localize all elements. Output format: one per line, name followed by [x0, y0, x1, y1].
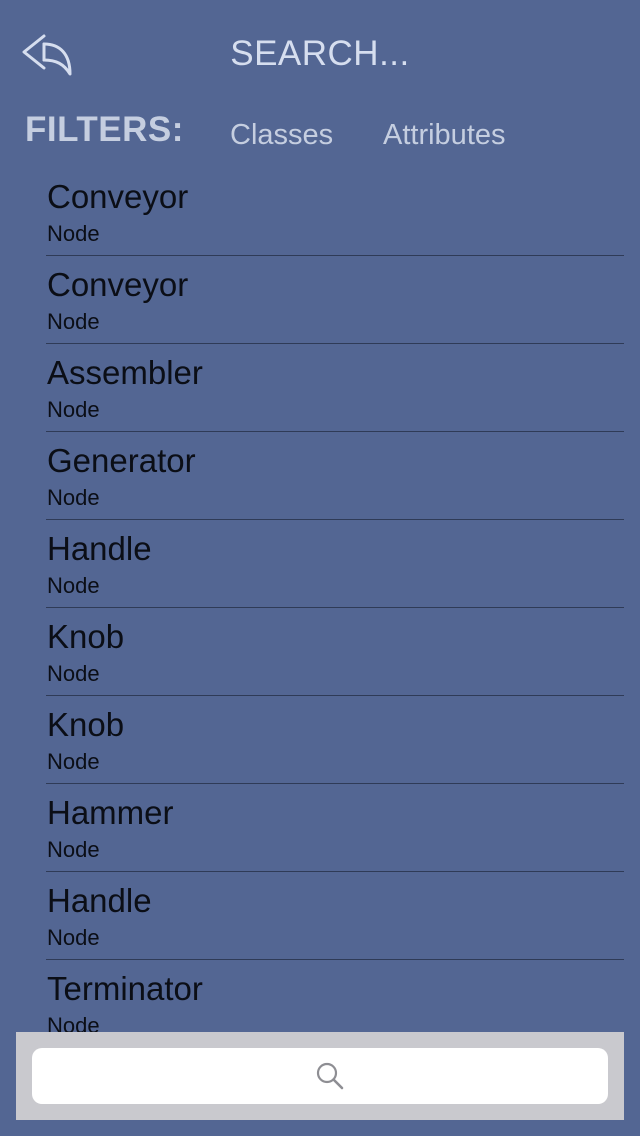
- item-type: Node: [47, 221, 100, 246]
- filter-tab-classes[interactable]: Classes: [230, 119, 333, 152]
- item-type: Node: [47, 1013, 100, 1033]
- item-name: Knob: [47, 706, 125, 743]
- list-item[interactable]: Knob Node: [46, 608, 624, 696]
- list-item[interactable]: Terminator Node: [46, 960, 624, 1033]
- list-item[interactable]: Handle Node: [46, 520, 624, 608]
- item-type: Node: [47, 925, 100, 950]
- results-list[interactable]: Conveyor Node Conveyor Node Assembler No…: [0, 168, 640, 1033]
- item-type: Node: [47, 661, 100, 686]
- item-type: Node: [47, 749, 100, 774]
- filters-label: FILTERS:: [25, 110, 184, 149]
- list-item[interactable]: Hammer Node: [46, 784, 624, 872]
- list-item[interactable]: Assembler Node: [46, 344, 624, 432]
- filters-bar: FILTERS: Classes Attributes: [0, 106, 640, 156]
- list-item[interactable]: Conveyor Node: [46, 168, 624, 256]
- list-item[interactable]: Generator Node: [46, 432, 624, 520]
- item-name: Conveyor: [47, 178, 189, 215]
- item-name: Assembler: [47, 354, 203, 391]
- item-type: Node: [47, 309, 100, 334]
- item-name: Hammer: [47, 794, 174, 831]
- list-item[interactable]: Knob Node: [46, 696, 624, 784]
- item-name: Generator: [47, 442, 196, 479]
- item-name: Conveyor: [47, 266, 189, 303]
- search-icon: [316, 1062, 344, 1090]
- search-input[interactable]: [32, 1048, 608, 1104]
- list-item[interactable]: Handle Node: [46, 872, 624, 960]
- item-type: Node: [47, 837, 100, 862]
- item-type: Node: [47, 485, 100, 510]
- item-type: Node: [47, 573, 100, 598]
- item-name: Knob: [47, 618, 125, 655]
- filter-tab-attributes[interactable]: Attributes: [383, 119, 506, 152]
- page-title: SEARCH...: [230, 34, 410, 73]
- item-name: Handle: [47, 882, 152, 919]
- header: SEARCH...: [0, 0, 640, 110]
- item-name: Terminator: [47, 970, 203, 1007]
- item-name: Handle: [47, 530, 152, 567]
- list-item[interactable]: Conveyor Node: [46, 256, 624, 344]
- item-type: Node: [47, 397, 100, 422]
- search-bar: [16, 1032, 624, 1120]
